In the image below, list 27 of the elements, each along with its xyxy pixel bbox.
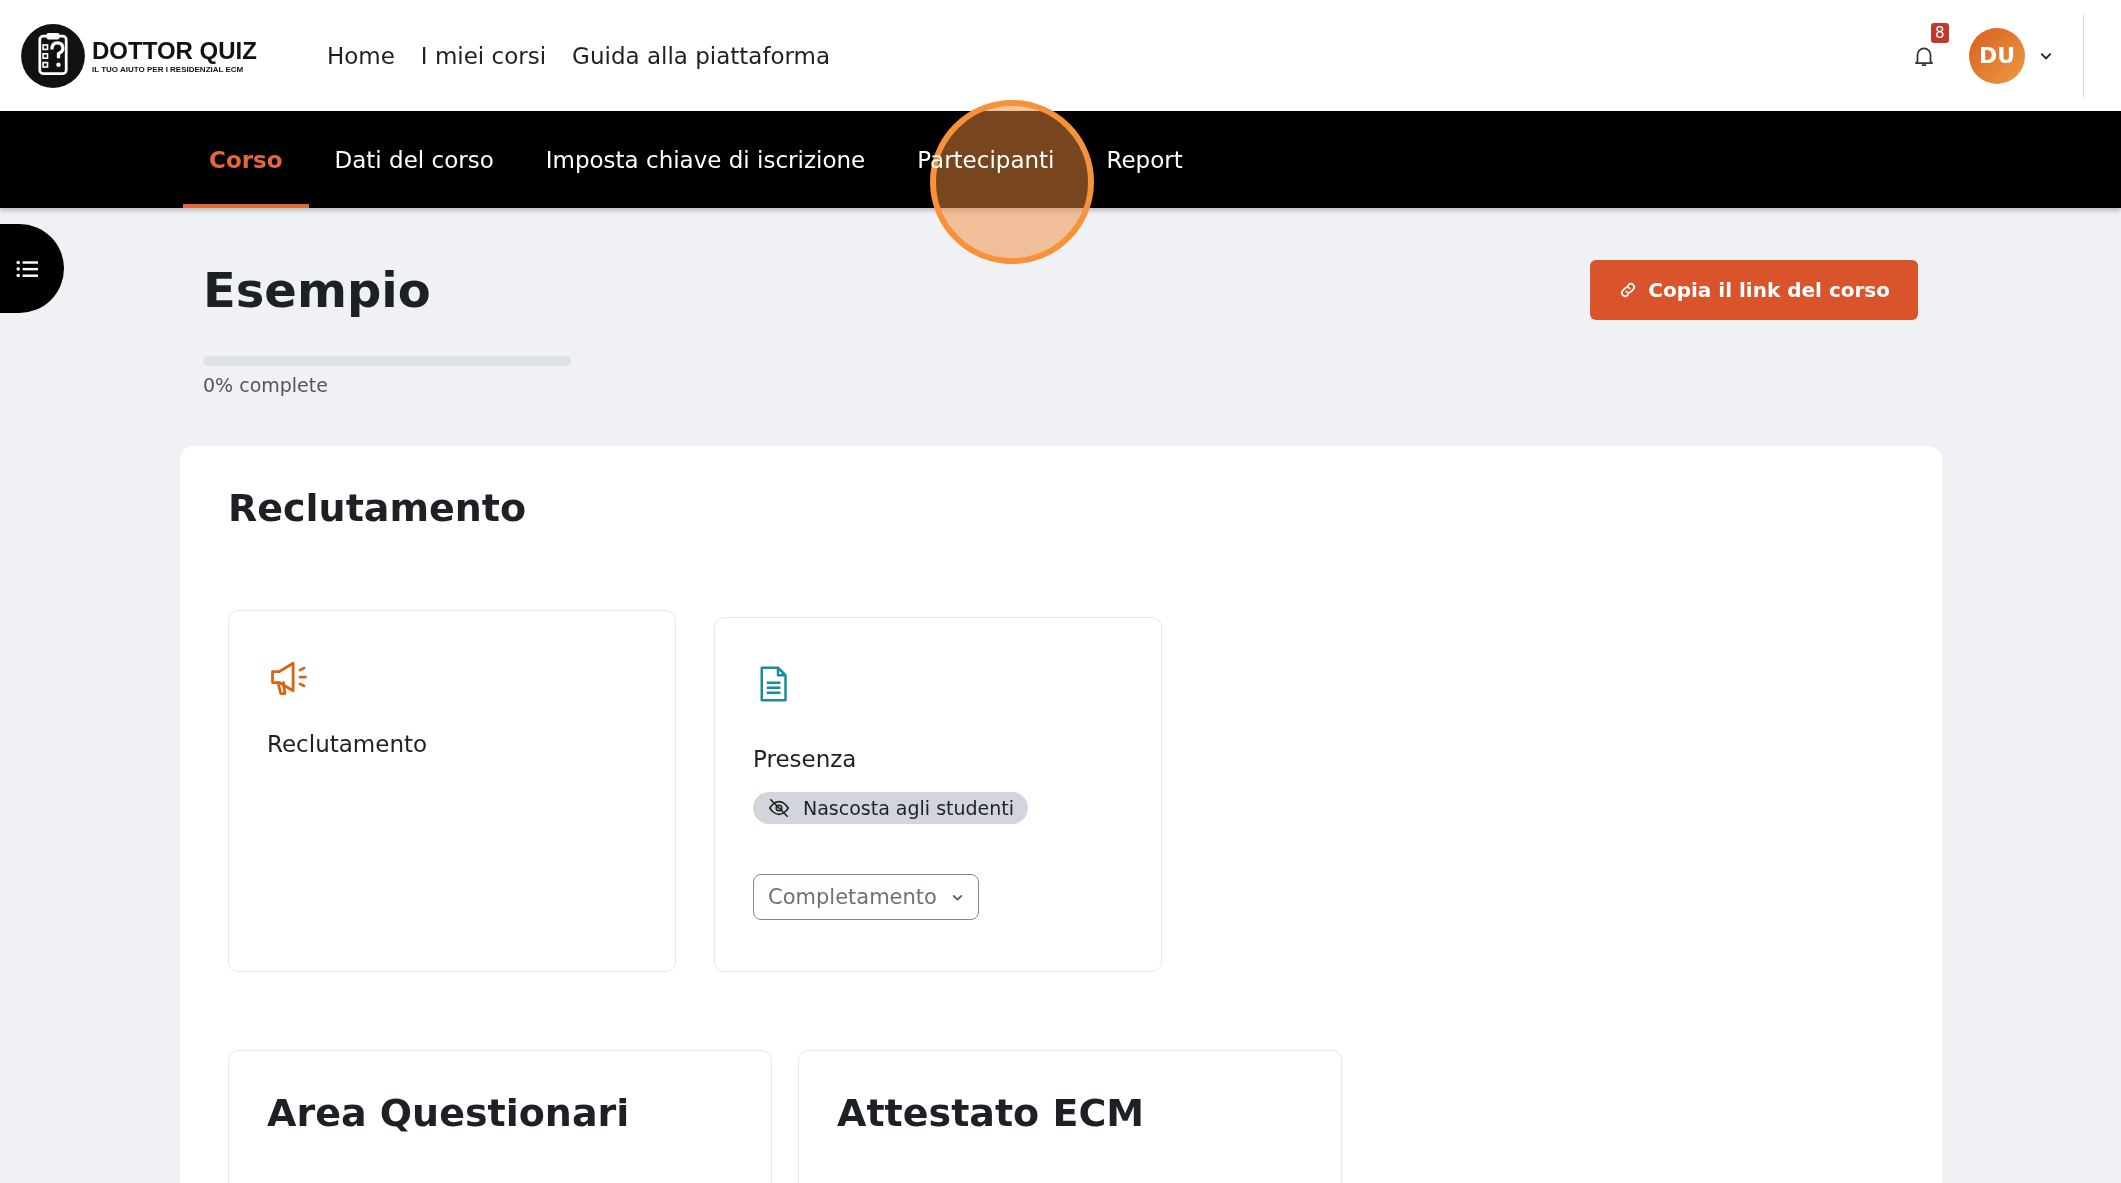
progress-label: 0% complete: [203, 374, 329, 396]
course-index-toggle[interactable]: [0, 224, 64, 313]
course-tab[interactable]: Report: [1080, 115, 1209, 208]
notification-count: 8: [1931, 22, 1949, 43]
logo-title: DOTTOR QUIZ: [92, 37, 257, 65]
page-title: Esempio: [203, 262, 431, 318]
activity-card[interactable]: Presenza Nascosta agli studenti Completamento: [714, 617, 1162, 972]
eye-slash-icon: [767, 797, 791, 819]
visibility-badge: Nascosta agli studenti: [753, 792, 1029, 824]
list-icon: [16, 259, 38, 278]
course-tab[interactable]: Dati del corso: [308, 115, 520, 208]
subsection-title: Area Questionari: [267, 1091, 631, 1135]
logo-tagline: IL TUO AIUTO PER I RESIDENZIAL ECM: [92, 65, 245, 74]
copy-link-button[interactable]: Copia il link del corso: [1590, 260, 1918, 320]
clipboard-question-icon: [20, 22, 86, 89]
nav-link[interactable]: I miei corsi: [420, 42, 547, 69]
course-tab[interactable]: Imposta chiave di iscrizione: [519, 115, 892, 208]
nav-link[interactable]: Home: [326, 42, 395, 69]
course-tab[interactable]: Corso: [183, 115, 309, 208]
activity-name[interactable]: Reclutamento: [267, 731, 428, 757]
nav-link[interactable]: Guida alla piattaforma: [572, 42, 831, 69]
activity-card[interactable]: Reclutamento: [228, 610, 676, 972]
completion-dropdown[interactable]: Completamento: [753, 874, 979, 920]
section-title: Reclutamento: [228, 486, 528, 530]
activity-name[interactable]: Presenza: [753, 746, 857, 772]
subsection-title: Attestato ECM: [837, 1091, 1146, 1135]
logo[interactable]: DOTTOR QUIZ IL TUO AIUTO PER I RESIDENZIAL ECM: [20, 22, 257, 89]
